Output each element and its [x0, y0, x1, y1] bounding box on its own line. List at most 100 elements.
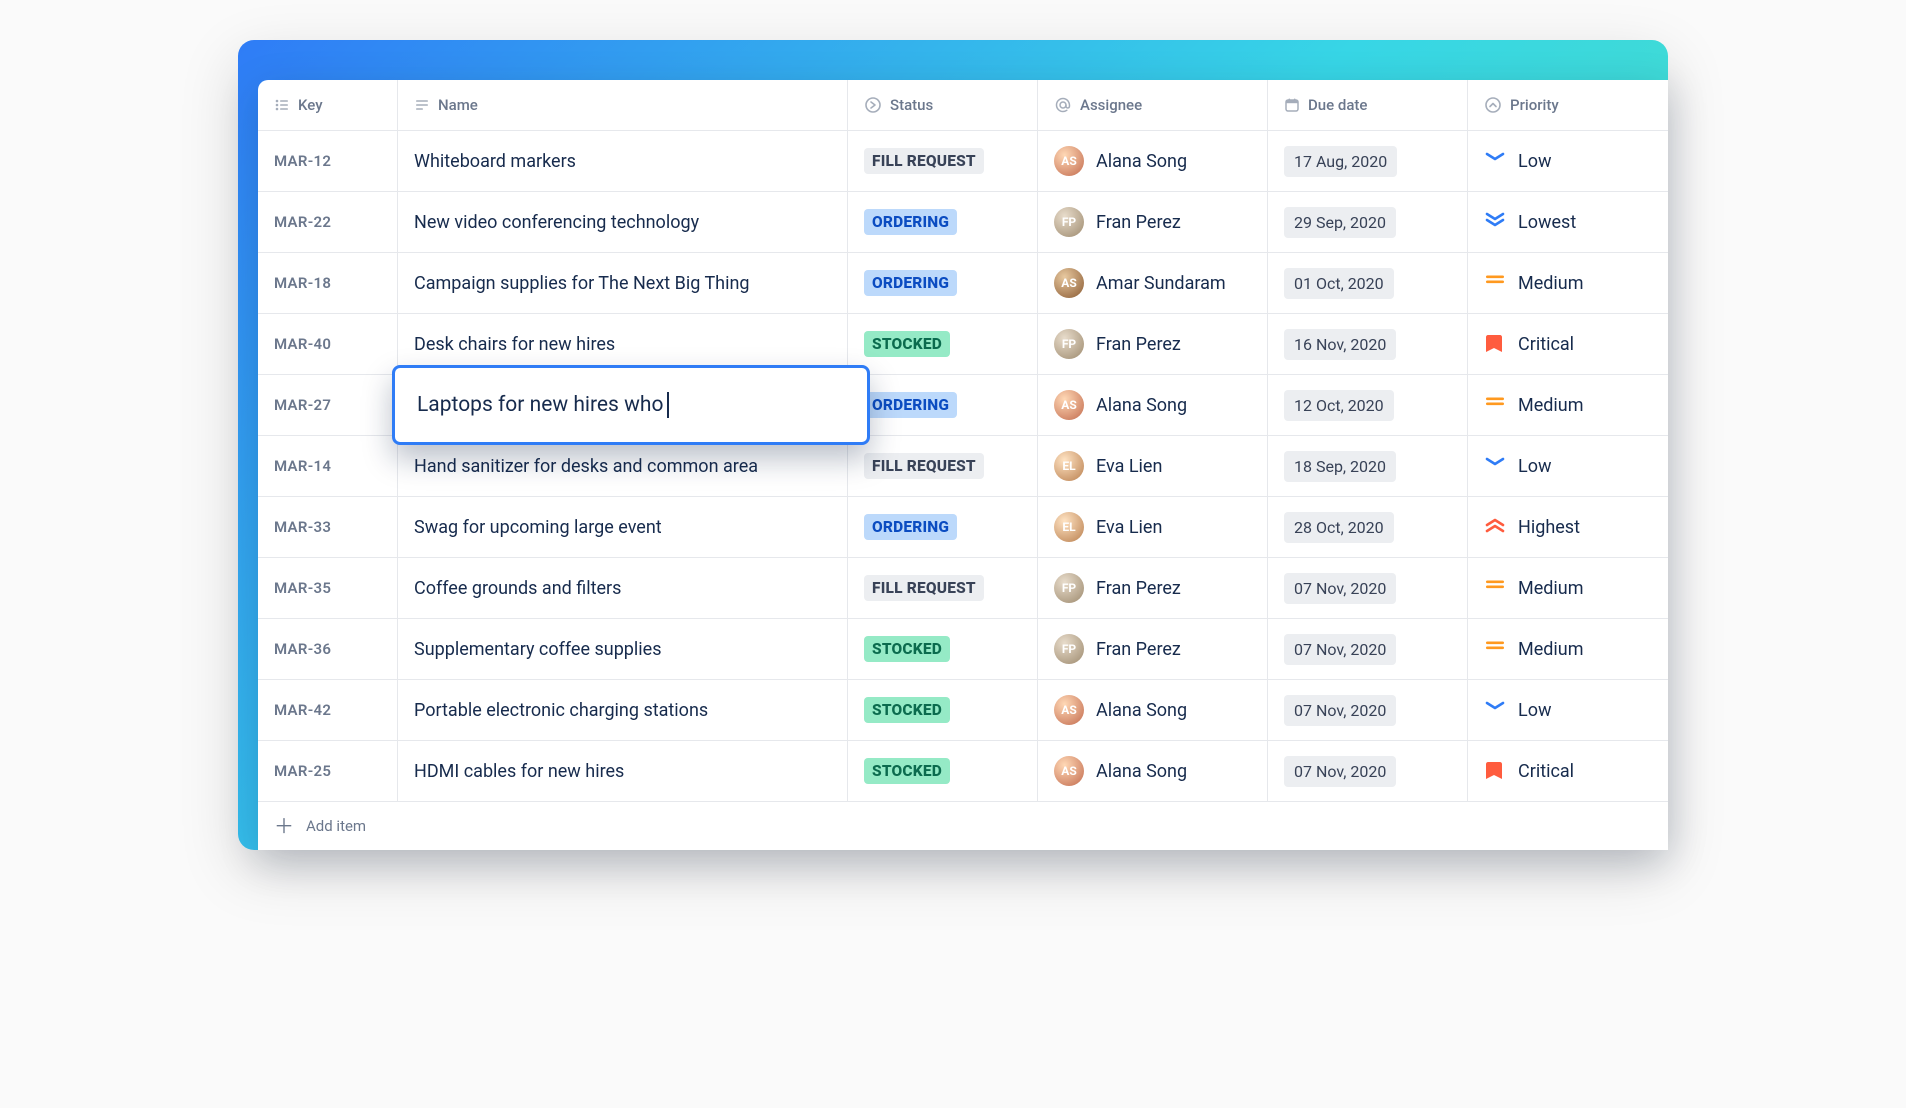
cell-priority[interactable]: Low — [1468, 680, 1638, 740]
due-date: 28 Oct, 2020 — [1284, 512, 1394, 543]
cell-priority[interactable]: Low — [1468, 131, 1638, 191]
status-badge[interactable]: STOCKED — [864, 636, 950, 662]
column-header-name[interactable]: Name — [398, 80, 848, 130]
cell-priority[interactable]: Low — [1468, 436, 1638, 496]
cell-status[interactable]: ORDERING — [848, 497, 1038, 557]
cell-assignee[interactable]: FPFran Perez — [1038, 558, 1268, 618]
cell-status[interactable]: ORDERING — [848, 253, 1038, 313]
cell-key[interactable]: MAR-14 — [258, 436, 398, 496]
cell-name[interactable]: Laptops for new hires who — [398, 375, 848, 435]
status-badge[interactable]: ORDERING — [864, 270, 957, 296]
cell-priority[interactable]: Medium — [1468, 558, 1638, 618]
cell-priority[interactable]: Medium — [1468, 375, 1638, 435]
cell-status[interactable]: STOCKED — [848, 619, 1038, 679]
column-header-status[interactable]: Status — [848, 80, 1038, 130]
cell-due-date[interactable]: 16 Nov, 2020 — [1268, 314, 1468, 374]
cell-key[interactable]: MAR-36 — [258, 619, 398, 679]
status-badge[interactable]: ORDERING — [864, 514, 957, 540]
cell-priority[interactable]: Critical — [1468, 314, 1638, 374]
cell-due-date[interactable]: 29 Sep, 2020 — [1268, 192, 1468, 252]
cell-status[interactable]: STOCKED — [848, 314, 1038, 374]
cell-assignee[interactable]: ASAlana Song — [1038, 741, 1268, 801]
cell-key[interactable]: MAR-25 — [258, 741, 398, 801]
cell-due-date[interactable]: 07 Nov, 2020 — [1268, 680, 1468, 740]
status-badge[interactable]: ORDERING — [864, 392, 957, 418]
cell-due-date[interactable]: 07 Nov, 2020 — [1268, 741, 1468, 801]
cell-priority[interactable]: Critical — [1468, 741, 1638, 801]
cell-due-date[interactable]: 07 Nov, 2020 — [1268, 619, 1468, 679]
issue-name: Swag for upcoming large event — [414, 517, 662, 538]
cell-assignee[interactable]: FPFran Perez — [1038, 192, 1268, 252]
cell-name[interactable]: Hand sanitizer for desks and common area — [398, 436, 848, 496]
cell-name[interactable]: Supplementary coffee supplies — [398, 619, 848, 679]
table-row[interactable]: MAR-22New video conferencing technology O… — [258, 192, 1668, 253]
cell-due-date[interactable]: 28 Oct, 2020 — [1268, 497, 1468, 557]
cell-status[interactable]: FILL REQUEST — [848, 436, 1038, 496]
cell-name[interactable]: Portable electronic charging stations — [398, 680, 848, 740]
cell-name[interactable]: Whiteboard markers — [398, 131, 848, 191]
cell-status[interactable]: FILL REQUEST — [848, 131, 1038, 191]
issue-key: MAR-40 — [274, 335, 331, 353]
status-badge[interactable]: STOCKED — [864, 331, 950, 357]
table-row[interactable]: MAR-14Hand sanitizer for desks and commo… — [258, 436, 1668, 497]
cell-status[interactable]: ORDERING — [848, 375, 1038, 435]
cell-due-date[interactable]: 01 Oct, 2020 — [1268, 253, 1468, 313]
cell-assignee[interactable]: ASAlana Song — [1038, 680, 1268, 740]
cell-status[interactable]: ORDERING — [848, 192, 1038, 252]
cell-key[interactable]: MAR-40 — [258, 314, 398, 374]
cell-priority[interactable]: Medium — [1468, 253, 1638, 313]
cell-due-date[interactable]: 18 Sep, 2020 — [1268, 436, 1468, 496]
cell-status[interactable]: FILL REQUEST — [848, 558, 1038, 618]
column-header-key[interactable]: Key — [258, 80, 398, 130]
column-header-priority[interactable]: Priority — [1468, 80, 1638, 130]
table-row[interactable]: MAR-18 Campaign supplies for The Next Big… — [258, 253, 1668, 314]
issue-name: Campaign supplies for The Next Big Thing — [414, 273, 750, 294]
column-header-assignee[interactable]: Assignee — [1038, 80, 1268, 130]
cell-name[interactable]: New video conferencing technology — [398, 192, 848, 252]
cell-key[interactable]: MAR-33 — [258, 497, 398, 557]
cell-name[interactable]: Campaign supplies for The Next Big Thing — [398, 253, 848, 313]
table-row[interactable]: MAR-35Coffee grounds and filters FILL REQ… — [258, 558, 1668, 619]
column-header-due-date[interactable]: Due date — [1268, 80, 1468, 130]
status-badge[interactable]: FILL REQUEST — [864, 453, 984, 479]
status-badge[interactable]: FILL REQUEST — [864, 148, 984, 174]
cell-key[interactable]: MAR-12 — [258, 131, 398, 191]
cell-due-date[interactable]: 17 Aug, 2020 — [1268, 131, 1468, 191]
cell-assignee[interactable]: ELEva Lien — [1038, 436, 1268, 496]
cell-priority[interactable]: Lowest — [1468, 192, 1638, 252]
cell-assignee[interactable]: FPFran Perez — [1038, 314, 1268, 374]
cell-assignee[interactable]: ASAmar Sundaram — [1038, 253, 1268, 313]
status-badge[interactable]: FILL REQUEST — [864, 575, 984, 601]
cell-assignee[interactable]: FPFran Perez — [1038, 619, 1268, 679]
cell-priority[interactable]: Highest — [1468, 497, 1638, 557]
cell-assignee[interactable]: ELEva Lien — [1038, 497, 1268, 557]
table-row[interactable]: MAR-36Supplementary coffee supplies STOCK… — [258, 619, 1668, 680]
cell-name[interactable]: Swag for upcoming large event — [398, 497, 848, 557]
cell-due-date[interactable]: 07 Nov, 2020 — [1268, 558, 1468, 618]
cell-name[interactable]: Coffee grounds and filters — [398, 558, 848, 618]
cell-name[interactable]: HDMI cables for new hires — [398, 741, 848, 801]
status-badge[interactable]: ORDERING — [864, 209, 957, 235]
priority-label: Highest — [1518, 517, 1580, 538]
cell-assignee[interactable]: ASAlana Song — [1038, 131, 1268, 191]
cell-key[interactable]: MAR-27 — [258, 375, 398, 435]
status-badge[interactable]: STOCKED — [864, 758, 950, 784]
table-row[interactable]: MAR-33 Swag for upcoming large event ORDER… — [258, 497, 1668, 558]
table-row[interactable]: MAR-42Portable electronic charging stati… — [258, 680, 1668, 741]
add-item-button[interactable]: ＋ Add item — [258, 802, 1668, 850]
cell-key[interactable]: MAR-35 — [258, 558, 398, 618]
status-badge[interactable]: STOCKED — [864, 697, 950, 723]
assignee-name: Eva Lien — [1096, 517, 1162, 538]
cell-status[interactable]: STOCKED — [848, 741, 1038, 801]
table-row[interactable]: MAR-12Whiteboard markers FILL REQUEST ASAl… — [258, 131, 1668, 192]
table-row[interactable]: MAR-27Laptops for new hires who ORDERING… — [258, 375, 1668, 436]
cell-key[interactable]: MAR-18 — [258, 253, 398, 313]
cell-assignee[interactable]: ASAlana Song — [1038, 375, 1268, 435]
cell-key[interactable]: MAR-42 — [258, 680, 398, 740]
name-edit-input[interactable]: Laptops for new hires who — [392, 365, 870, 445]
cell-priority[interactable]: Medium — [1468, 619, 1638, 679]
cell-due-date[interactable]: 12 Oct, 2020 — [1268, 375, 1468, 435]
cell-status[interactable]: STOCKED — [848, 680, 1038, 740]
table-row[interactable]: MAR-25HDMI cables for new hires STOCKED AS… — [258, 741, 1668, 802]
cell-key[interactable]: MAR-22 — [258, 192, 398, 252]
